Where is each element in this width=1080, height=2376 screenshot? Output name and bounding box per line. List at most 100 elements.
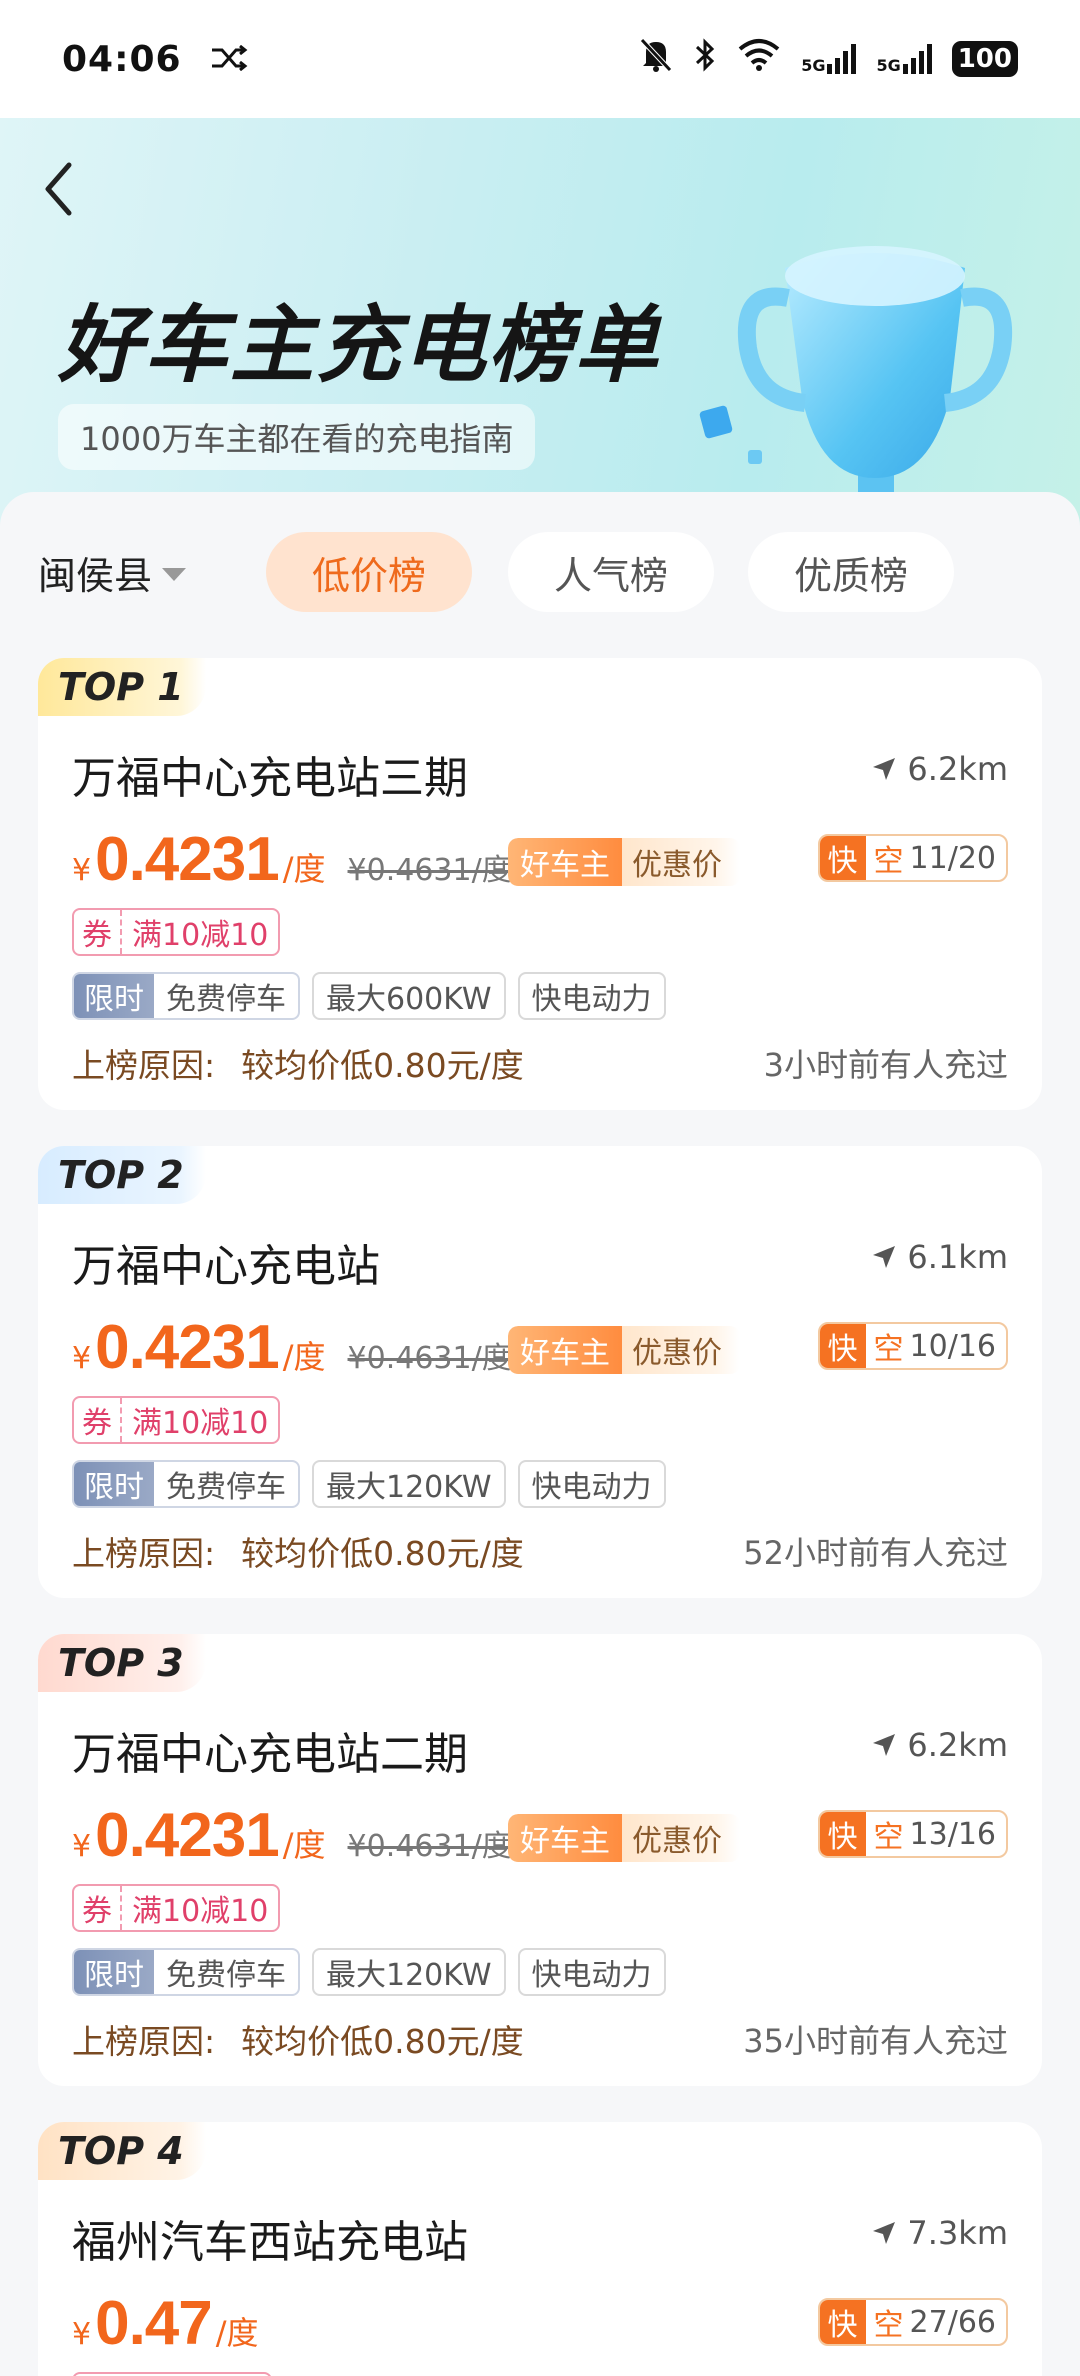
back-button[interactable]: [28, 154, 88, 224]
fast-label: 快: [819, 2300, 866, 2344]
provider-label: 快电动力: [531, 1958, 652, 1993]
caret-down-icon: [162, 567, 187, 581]
original-price: ¥0.4631/度: [347, 853, 512, 888]
coupon-tag[interactable]: 券 满10减10: [72, 1396, 281, 1444]
navigation-arrow-icon: [873, 1734, 896, 1756]
slot-count: 11/20: [909, 840, 996, 876]
filter-bar: 闽侯县 低价榜 人气榜 优质榜: [0, 532, 1080, 612]
free-parking-tag: 限时 免费停车: [72, 1948, 300, 1996]
price-row: ¥ 0.4231 /度 ¥0.4631/度: [72, 824, 512, 894]
yen-symbol: ¥: [72, 1341, 92, 1376]
provider-tag: 快电动力: [517, 1948, 666, 1996]
original-price: ¥0.4631/度: [347, 1341, 512, 1376]
free-parking-tag: 限时 免费停车: [72, 1460, 300, 1508]
free-label: 空: [873, 1332, 904, 1367]
station-name: 万福中心充电站三期: [72, 753, 468, 804]
navigation-arrow-icon: [873, 758, 896, 780]
signal-5g-icon: 5G: [801, 44, 857, 75]
price: 0.47: [95, 2289, 213, 2358]
coupon-tag-partial[interactable]: [72, 2372, 272, 2376]
recent-activity: 3小时前有人充过: [763, 1046, 1008, 1084]
coupon-key: 券: [74, 1398, 122, 1442]
coupon-key: 券: [74, 910, 122, 954]
coupon-key: 券: [74, 1886, 122, 1930]
station-name: 福州汽车西站充电站: [72, 2217, 468, 2268]
price-row: ¥ 0.4231 /度 ¥0.4631/度: [72, 1312, 512, 1382]
recent-activity: 52小时前有人充过: [743, 1534, 1008, 1572]
ranking-reason: 上榜原因: 较均价低0.80元/度: [72, 1038, 524, 1088]
station-card[interactable]: TOP 3 万福中心充电站二期 6.2km ¥ 0.4231 /度 ¥0.463…: [38, 1634, 1042, 2086]
limited-label: 限时: [74, 974, 154, 1018]
slot-availability: 快 空 13/16: [817, 1810, 1008, 1858]
feature-tags: 限时 免费停车 最大120KW 快电动力: [72, 1460, 666, 1508]
slot-availability: 快 空 11/20: [817, 834, 1008, 882]
reason-key: 上榜原因:: [72, 1534, 216, 1573]
price: 0.4231: [95, 825, 280, 894]
chevron-left-icon: [45, 162, 72, 216]
price-unit: /度: [282, 1338, 326, 1376]
free-label: 空: [873, 1820, 904, 1855]
slot-count: 10/16: [909, 1328, 996, 1364]
limited-label: 限时: [74, 1462, 154, 1506]
ranking-reason: 上榜原因: 较均价低0.80元/度: [72, 2014, 524, 2064]
station-card[interactable]: TOP 4 福州汽车西站充电站 7.3km ¥ 0.47 /度 快 空 27/6…: [38, 2122, 1042, 2376]
reason-value: 较均价低0.80元/度: [241, 2022, 524, 2061]
price-row: ¥ 0.4231 /度 ¥0.4631/度: [72, 1800, 512, 1870]
slot-count: 13/16: [909, 1816, 996, 1852]
tab-quality[interactable]: 优质榜: [748, 532, 954, 612]
bluetooth-icon: [693, 37, 717, 81]
region-selector[interactable]: 闽侯县: [38, 532, 187, 612]
free-parking-label: 免费停车: [166, 1470, 286, 1505]
reason-key: 上榜原因:: [72, 2022, 216, 2061]
coupon-tag[interactable]: 券 满10减10: [72, 908, 281, 956]
price-unit: /度: [282, 1826, 326, 1864]
free-parking-label: 免费停车: [166, 982, 286, 1017]
good-owner-label: 好车主: [508, 1326, 622, 1374]
ranking-reason: 上榜原因: 较均价低0.80元/度: [72, 1526, 524, 1576]
shuffle-icon: [210, 39, 248, 80]
fast-label: 快: [819, 1324, 866, 1368]
good-owner-badge: 好车主 优惠价: [508, 1326, 740, 1374]
coupon-tag[interactable]: 券 满10减10: [72, 1884, 281, 1932]
region-label: 闽侯县: [38, 553, 153, 598]
free-label: 空: [873, 2308, 904, 2343]
rank-badge: TOP 4: [38, 2122, 206, 2180]
max-power-tag: 最大120KW: [312, 1460, 506, 1508]
tab-low-price[interactable]: 低价榜: [266, 532, 472, 612]
coupon-value: 满10减10: [132, 918, 269, 953]
discount-price-label: 优惠价: [622, 1326, 740, 1374]
page-title: 好车主充电榜单: [58, 296, 661, 394]
sim1-label: 5G: [801, 56, 826, 75]
max-power-tag: 最大120KW: [312, 1948, 506, 1996]
rank-badge: TOP 1: [38, 658, 206, 716]
max-power-label: 最大600KW: [326, 982, 492, 1017]
distance: 6.2km: [871, 750, 1008, 788]
station-card[interactable]: TOP 1 万福中心充电站三期 6.2km ¥ 0.4231 /度 ¥0.463…: [38, 658, 1042, 1110]
good-owner-badge: 好车主 优惠价: [508, 838, 740, 886]
navigation-arrow-icon: [873, 1246, 896, 1268]
fast-label: 快: [819, 836, 866, 880]
status-icons: 5G 5G 100: [639, 37, 1018, 81]
price-unit: /度: [215, 2314, 259, 2352]
station-card[interactable]: TOP 2 万福中心充电站 6.1km ¥ 0.4231 /度 ¥0.4631/…: [38, 1146, 1042, 1598]
station-name: 万福中心充电站二期: [72, 1729, 468, 1780]
free-label: 空: [873, 844, 904, 879]
provider-tag: 快电动力: [517, 1460, 666, 1508]
provider-tag: 快电动力: [517, 972, 666, 1020]
distance-value: 6.1km: [907, 1238, 1008, 1276]
wifi-icon: [737, 38, 781, 80]
distance-value: 6.2km: [907, 1726, 1008, 1764]
tab-popular[interactable]: 人气榜: [508, 532, 714, 612]
slot-availability: 快 空 27/66: [817, 2298, 1008, 2346]
status-time: 04:06: [62, 38, 182, 80]
reason-value: 较均价低0.80元/度: [241, 1046, 524, 1085]
hero-banner: 好车主充电榜单 1000万车主都在看的充电指南: [0, 118, 1080, 538]
navigation-arrow-icon: [873, 2222, 896, 2244]
recent-activity: 35小时前有人充过: [743, 2022, 1008, 2060]
slot-count: 27/66: [909, 2304, 996, 2340]
price-unit: /度: [282, 850, 326, 888]
discount-price-label: 优惠价: [622, 1814, 740, 1862]
sim2-label: 5G: [876, 56, 901, 75]
station-name: 万福中心充电站: [72, 1241, 380, 1292]
free-parking-label: 免费停车: [166, 1958, 286, 1993]
